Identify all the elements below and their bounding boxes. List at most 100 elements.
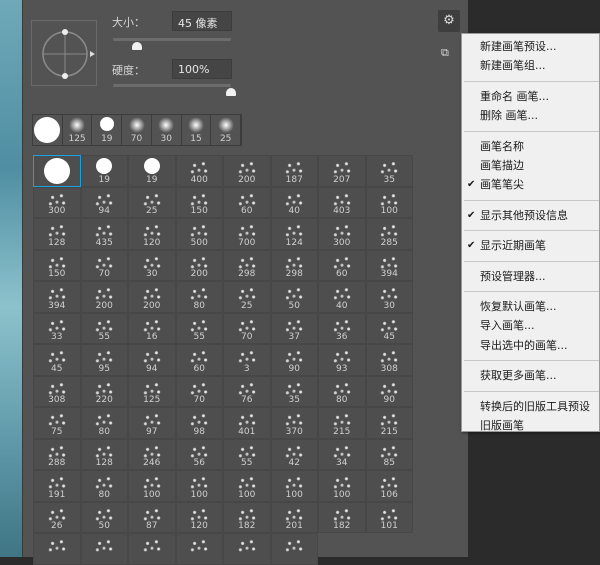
brush-preset[interactable]: 35 [365,155,413,187]
size-slider[interactable] [113,38,231,41]
brush-preset[interactable]: 182 [318,501,366,533]
brush-preset[interactable]: 70 [80,249,128,281]
brush-preset[interactable]: 125 [128,375,176,407]
recent-brush[interactable]: 70 [122,115,152,145]
menu-item[interactable]: 画笔名称 [462,137,599,156]
brush-preset[interactable]: 45 [365,312,413,344]
brush-preset[interactable]: 94 [80,186,128,218]
brush-preset[interactable]: 100 [175,470,223,502]
brush-preset[interactable]: 45 [33,344,81,376]
brush-preset[interactable]: 100 [270,470,318,502]
brush-preset[interactable]: 16 [128,312,176,344]
menu-item[interactable]: 画笔描边 [462,156,599,175]
brush-preset[interactable]: 394 [33,281,81,313]
brush-preset[interactable] [33,155,81,187]
brush-preset[interactable]: 200 [128,281,176,313]
brush-preset[interactable]: 435 [80,218,128,250]
brush-preset[interactable]: 100 [223,470,271,502]
brush-preset[interactable]: 55 [223,438,271,470]
brush-preset[interactable]: 201 [270,501,318,533]
brush-preset[interactable]: 75 [33,407,81,439]
brush-preset[interactable]: 19 [80,155,128,187]
brush-preset[interactable]: 124 [270,218,318,250]
brush-preset[interactable]: 50 [270,281,318,313]
brush-preset[interactable] [270,533,318,565]
brush-preset[interactable]: 150 [33,249,81,281]
brush-preset[interactable]: 55 [80,312,128,344]
recent-brush[interactable]: 30 [152,115,182,145]
brush-preset[interactable] [80,533,128,565]
brush-preset[interactable] [223,533,271,565]
brush-preset[interactable]: 200 [80,281,128,313]
brush-preset[interactable]: 25 [223,281,271,313]
brush-preset[interactable]: 106 [365,470,413,502]
brush-preset[interactable]: 700 [223,218,271,250]
brush-preset[interactable]: 80 [80,407,128,439]
brush-preset[interactable]: 80 [175,281,223,313]
brush-preset[interactable] [33,533,81,565]
brush-preset[interactable]: 288 [33,438,81,470]
menu-item[interactable]: 新建画笔组... [462,56,599,75]
brush-preset[interactable]: 200 [175,249,223,281]
recent-brush[interactable]: 15 [182,115,212,145]
brush-preset[interactable]: 298 [223,249,271,281]
brush-preset[interactable]: 60 [318,249,366,281]
brush-preset[interactable]: 85 [365,438,413,470]
recent-brush[interactable]: 125 [63,115,93,145]
brush-preset[interactable]: 50 [80,501,128,533]
brush-preset[interactable]: 100 [365,186,413,218]
brush-preset[interactable]: 40 [318,281,366,313]
brush-preset[interactable]: 246 [128,438,176,470]
brush-preset[interactable]: 25 [128,186,176,218]
brush-preset[interactable] [128,533,176,565]
brush-preset[interactable]: 403 [318,186,366,218]
brush-angle-preview[interactable] [31,20,97,86]
menu-item[interactable]: 获取更多画笔... [462,366,599,385]
brush-preset[interactable]: 191 [33,470,81,502]
brush-preset[interactable]: 30 [128,249,176,281]
menu-item[interactable]: 导出选中的画笔... [462,336,599,355]
brush-preset[interactable]: 401 [223,407,271,439]
brush-preset[interactable]: 97 [128,407,176,439]
brush-preset[interactable]: 128 [33,218,81,250]
menu-item[interactable]: 旧版画笔 [462,416,599,435]
brush-preset[interactable]: 80 [318,375,366,407]
brush-preset[interactable]: 120 [128,218,176,250]
brush-preset[interactable]: 400 [175,155,223,187]
brush-preset[interactable]: 500 [175,218,223,250]
brush-preset[interactable]: 87 [128,501,176,533]
brush-preset[interactable]: 98 [175,407,223,439]
menu-item[interactable]: ✔ 显示其他预设信息 [462,206,599,225]
brush-preset[interactable]: 200 [223,155,271,187]
brush-preset[interactable]: 30 [365,281,413,313]
brush-preset[interactable]: 55 [175,312,223,344]
brush-preset[interactable]: 128 [80,438,128,470]
brush-preset[interactable]: 76 [223,375,271,407]
brush-preset[interactable]: 35 [270,375,318,407]
brush-preset[interactable]: 187 [270,155,318,187]
size-input[interactable]: 45 像素 [172,11,232,31]
brush-preset[interactable] [175,533,223,565]
brush-preset[interactable]: 370 [270,407,318,439]
recent-brush[interactable]: 25 [211,115,242,145]
brush-preset[interactable]: 182 [223,501,271,533]
hardness-slider-thumb[interactable] [226,88,236,96]
brush-preset[interactable]: 60 [175,344,223,376]
brush-preset[interactable]: 100 [318,470,366,502]
brush-preset[interactable]: 60 [223,186,271,218]
brush-preset[interactable]: 215 [318,407,366,439]
brush-preset[interactable]: 70 [175,375,223,407]
hardness-slider[interactable] [113,84,231,87]
hardness-input[interactable]: 100% [172,59,232,79]
menu-item[interactable]: 预设管理器... [462,267,599,286]
brush-preset[interactable]: 37 [270,312,318,344]
brush-preset[interactable]: 42 [270,438,318,470]
brush-preset[interactable]: 26 [33,501,81,533]
menu-item[interactable]: ✔ 画笔笔尖 [462,175,599,194]
brush-preset[interactable]: 207 [318,155,366,187]
menu-item[interactable]: 恢复默认画笔... [462,297,599,316]
brush-preset[interactable]: 95 [80,344,128,376]
brush-preset[interactable]: 215 [365,407,413,439]
brush-preset[interactable]: 90 [270,344,318,376]
brush-preset[interactable]: 298 [270,249,318,281]
